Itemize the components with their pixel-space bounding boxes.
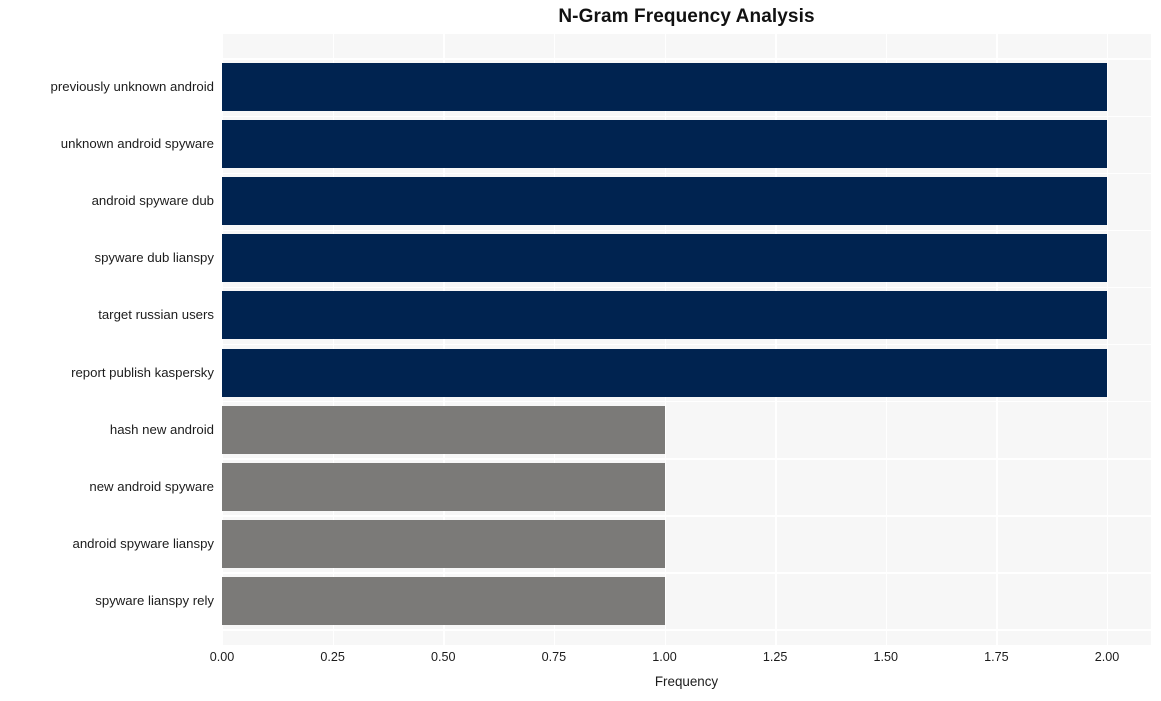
bar[interactable] bbox=[222, 405, 665, 454]
bar[interactable] bbox=[222, 177, 1107, 226]
y-tick-label: unknown android spyware bbox=[60, 136, 214, 152]
y-tick-label: spyware dub lianspy bbox=[94, 250, 215, 266]
y-tick-label: spyware lianspy rely bbox=[95, 592, 214, 608]
x-tick-label: 2.00 bbox=[1094, 650, 1120, 664]
x-axis: 0.00 0.25 0.50 0.75 1.00 1.25 1.50 1.75 2.00 bbox=[210, 645, 1151, 669]
x-tick-label: 0.75 bbox=[541, 650, 567, 664]
x-tick-label: 1.00 bbox=[652, 650, 677, 664]
y-axis: previously unknown android unknown androi… bbox=[0, 34, 214, 645]
bar[interactable] bbox=[222, 120, 1107, 169]
chart-figure: N-Gram Frequency Analysis previously unk… bbox=[0, 0, 1161, 701]
bar[interactable] bbox=[222, 234, 1107, 283]
x-tick-label: 0.00 bbox=[209, 650, 235, 664]
bar[interactable] bbox=[222, 519, 665, 568]
y-tick-label: report publish kaspersky bbox=[71, 364, 214, 380]
bar[interactable] bbox=[222, 576, 665, 625]
page-title: N-Gram Frequency Analysis bbox=[558, 6, 815, 27]
y-tick-label: android spyware lianspy bbox=[72, 535, 214, 551]
bar[interactable] bbox=[222, 348, 1107, 397]
x-tick-label: 0.50 bbox=[430, 650, 456, 664]
bar[interactable] bbox=[222, 291, 1107, 340]
y-tick-label: target russian users bbox=[98, 307, 214, 323]
y-tick-label: new android spyware bbox=[89, 478, 214, 494]
x-tick-label: 0.25 bbox=[320, 650, 345, 664]
x-axis-title: Frequency bbox=[654, 674, 719, 689]
bar[interactable] bbox=[222, 63, 1107, 111]
y-tick-label: previously unknown android bbox=[50, 79, 214, 94]
x-tick-label: 1.25 bbox=[762, 650, 788, 664]
y-tick-label: android spyware dub bbox=[91, 193, 214, 209]
plot-area bbox=[222, 34, 1151, 645]
x-tick-label: 1.50 bbox=[873, 650, 899, 664]
x-tick-label: 1.75 bbox=[984, 650, 1009, 664]
bar-series bbox=[222, 34, 1151, 645]
bar[interactable] bbox=[222, 462, 665, 511]
y-tick-label: hash new android bbox=[109, 421, 214, 437]
